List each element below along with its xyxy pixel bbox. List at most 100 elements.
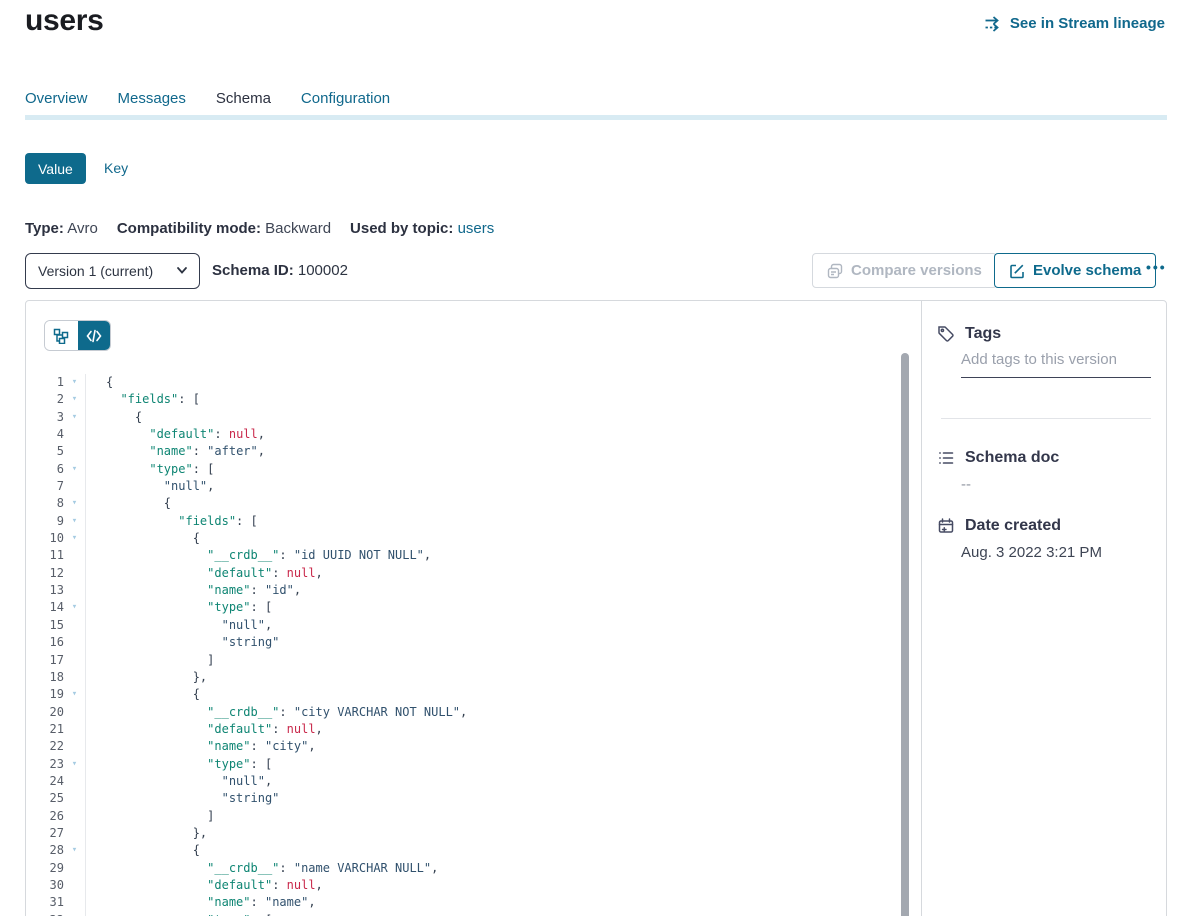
fold-toggle-icon[interactable]: ▾	[64, 686, 85, 703]
date-created-heading-label: Date created	[965, 517, 1061, 535]
version-select[interactable]: Version 1 (current)	[25, 253, 200, 289]
fold-spacer	[64, 478, 85, 495]
line-number: 21	[26, 721, 64, 738]
compare-versions-button[interactable]: Compare versions	[812, 253, 997, 288]
code-lines: 1▾{2▾ "fields": [3▾ {4 "default": null,5…	[26, 374, 901, 916]
code-line: 20 "__crdb__": "city VARCHAR NOT NULL",	[26, 704, 901, 721]
tab-overview[interactable]: Overview	[25, 90, 88, 107]
see-in-stream-lineage-link[interactable]: See in Stream lineage	[984, 15, 1165, 32]
code-text: "type": [	[85, 912, 901, 916]
code-line: 30 "default": null,	[26, 877, 901, 894]
code-line: 12 "default": null,	[26, 565, 901, 582]
value-toggle-button[interactable]: Value	[25, 153, 86, 184]
code-line: 10▾ {	[26, 530, 901, 547]
code-text: "null",	[85, 773, 901, 790]
code-line: 11 "__crdb__": "id UUID NOT NULL",	[26, 547, 901, 564]
code-line: 16 "string"	[26, 634, 901, 651]
add-tags-input[interactable]	[961, 351, 1151, 378]
code-text: "type": [	[85, 756, 901, 773]
code-line: 7 "null",	[26, 478, 901, 495]
tab-configuration[interactable]: Configuration	[301, 90, 390, 107]
sidebar-separator	[941, 418, 1151, 419]
code-line: 18 },	[26, 669, 901, 686]
line-number: 1	[26, 374, 64, 391]
tree-view-button[interactable]	[45, 321, 78, 350]
code-scrollbar[interactable]	[901, 353, 909, 916]
schema-page: users See in Stream lineage Overview Mes…	[0, 0, 1189, 916]
used-by-topic-meta: Used by topic: users	[350, 220, 494, 237]
schema-doc-heading: Schema doc	[937, 449, 1059, 467]
fold-toggle-icon[interactable]: ▾	[64, 461, 85, 478]
code-text: ]	[85, 808, 901, 825]
topic-link[interactable]: users	[458, 220, 495, 237]
fold-spacer	[64, 860, 85, 877]
code-text: "null",	[85, 478, 901, 495]
fold-spacer	[64, 634, 85, 651]
edit-icon	[1009, 263, 1025, 279]
line-number: 29	[26, 860, 64, 877]
stream-lineage-icon	[984, 16, 1003, 32]
code-text: "default": null,	[85, 721, 901, 738]
fold-toggle-icon[interactable]: ▾	[64, 513, 85, 530]
code-line: 32▾ "type": [	[26, 912, 901, 916]
fold-toggle-icon[interactable]: ▾	[64, 530, 85, 547]
code-view-button[interactable]	[78, 321, 111, 350]
tab-schema[interactable]: Schema	[216, 90, 271, 107]
code-line: 22 "name": "city",	[26, 738, 901, 755]
line-number: 24	[26, 773, 64, 790]
more-options-menu[interactable]: •••	[1146, 259, 1167, 275]
fold-toggle-icon[interactable]: ▾	[64, 391, 85, 408]
code-line: 1▾{	[26, 374, 901, 391]
fold-toggle-icon[interactable]: ▾	[64, 842, 85, 859]
fold-toggle-icon[interactable]: ▾	[64, 912, 85, 916]
fold-spacer	[64, 825, 85, 842]
line-number: 25	[26, 790, 64, 807]
schema-id-label: Schema ID:	[212, 262, 294, 279]
fold-toggle-icon[interactable]: ▾	[64, 495, 85, 512]
tag-icon	[937, 325, 955, 343]
code-text: "string"	[85, 790, 901, 807]
fold-toggle-icon[interactable]: ▾	[64, 374, 85, 391]
code-text: "__crdb__": "name VARCHAR NULL",	[85, 860, 901, 877]
line-number: 2	[26, 391, 64, 408]
tab-messages[interactable]: Messages	[118, 90, 186, 107]
code-line: 17 ]	[26, 652, 901, 669]
code-line: 24 "null",	[26, 773, 901, 790]
fold-spacer	[64, 790, 85, 807]
compatibility-meta: Compatibility mode: Backward	[117, 220, 331, 237]
fold-toggle-icon[interactable]: ▾	[64, 756, 85, 773]
line-number: 26	[26, 808, 64, 825]
code-text: "name": "name",	[85, 894, 901, 911]
fold-toggle-icon[interactable]: ▾	[64, 409, 85, 426]
code-text: {	[85, 686, 901, 703]
evolve-schema-label: Evolve schema	[1033, 262, 1141, 279]
code-text: "name": "after",	[85, 443, 901, 460]
code-line: 25 "string"	[26, 790, 901, 807]
fold-spacer	[64, 738, 85, 755]
line-number: 5	[26, 443, 64, 460]
tab-underline-track	[25, 115, 1167, 120]
fold-spacer	[64, 443, 85, 460]
line-number: 28	[26, 842, 64, 859]
code-line: 28▾ {	[26, 842, 901, 859]
line-number: 9	[26, 513, 64, 530]
line-number: 19	[26, 686, 64, 703]
code-text: "fields": [	[85, 513, 901, 530]
type-meta: Type: Avro	[25, 220, 98, 237]
schema-sidebar: Tags Schema doc --	[922, 301, 1166, 916]
line-number: 8	[26, 495, 64, 512]
line-number: 6	[26, 461, 64, 478]
code-text: "__crdb__": "city VARCHAR NOT NULL",	[85, 704, 901, 721]
view-mode-toggle	[44, 320, 111, 351]
key-toggle-link[interactable]: Key	[104, 160, 128, 176]
list-icon	[937, 449, 955, 467]
fold-spacer	[64, 565, 85, 582]
code-text: "name": "id",	[85, 582, 901, 599]
fold-toggle-icon[interactable]: ▾	[64, 599, 85, 616]
code-line: 15 "null",	[26, 617, 901, 634]
schema-meta-row: Type: Avro Compatibility mode: Backward …	[25, 220, 494, 237]
line-number: 32	[26, 912, 64, 916]
evolve-schema-button[interactable]: Evolve schema	[994, 253, 1156, 288]
line-number: 7	[26, 478, 64, 495]
compare-versions-label: Compare versions	[851, 262, 982, 279]
